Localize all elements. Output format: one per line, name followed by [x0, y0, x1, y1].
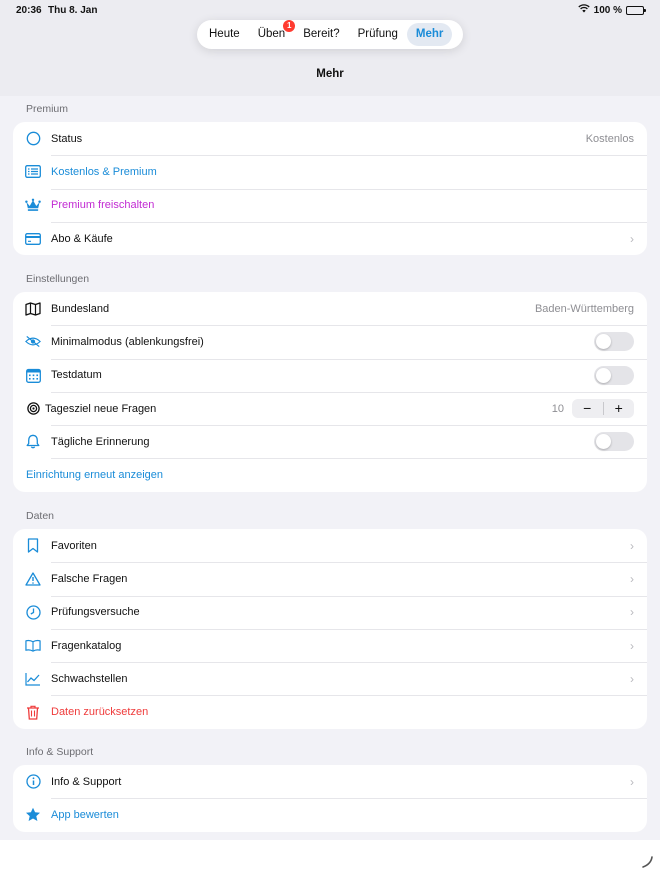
- wrong-questions-row[interactable]: Falsche Fragen ›: [13, 562, 647, 595]
- tab-ueben[interactable]: Üben 1: [249, 20, 296, 46]
- exam-attempts-label: Prüfungsversuche: [51, 606, 140, 619]
- daily-goal-value: 10: [551, 402, 564, 415]
- unlock-premium-link: Premium freischalten: [51, 199, 155, 212]
- battery-icon: [626, 5, 646, 15]
- settings-card: Bundesland Baden-Württemberg Minimalmodu…: [13, 292, 647, 492]
- reminder-label: Tägliche Erinnerung: [51, 435, 150, 448]
- state-label: Bundesland: [51, 302, 110, 315]
- chevron-right-icon: ›: [630, 231, 634, 246]
- calendar-icon: [25, 367, 41, 383]
- status-bar: 20:36 Thu 8. Jan 100 %: [0, 0, 660, 22]
- eye-slash-icon: [25, 334, 41, 350]
- daily-goal-label: Tagesziel neue Fragen: [45, 402, 157, 415]
- list-icon: [25, 164, 41, 180]
- catalog-label: Fragenkatalog: [51, 639, 122, 652]
- setup-again-link: Einrichtung erneut anzeigen: [26, 469, 163, 482]
- subscriptions-row[interactable]: Abo & Käufe ›: [13, 221, 647, 255]
- minimal-mode-toggle[interactable]: [594, 332, 634, 352]
- tab-heute[interactable]: Heute: [200, 23, 249, 46]
- section-header-info: Info & Support: [26, 746, 94, 758]
- loading-spinner-icon: [640, 855, 654, 874]
- section-header-settings: Einstellungen: [26, 273, 90, 285]
- crown-icon: [25, 197, 41, 213]
- test-date-toggle[interactable]: [594, 365, 634, 385]
- chevron-right-icon: ›: [630, 671, 634, 686]
- status-right: 100 %: [577, 4, 646, 16]
- reminder-toggle[interactable]: [594, 432, 634, 452]
- status-date: Thu 8. Jan: [48, 5, 98, 16]
- status-value: Kostenlos: [585, 132, 634, 145]
- page-title: Mehr: [316, 68, 344, 80]
- wrong-questions-label: Falsche Fragen: [51, 572, 128, 585]
- target-icon: [25, 401, 41, 417]
- circle-icon: [25, 131, 41, 147]
- free-premium-link: Kostenlos & Premium: [51, 165, 157, 178]
- wifi-icon: [577, 4, 590, 16]
- data-card: Favoriten › Falsche Fragen › Prüfungsver…: [13, 529, 647, 729]
- tab-bereit[interactable]: Bereit?: [294, 23, 348, 46]
- section-header-data: Daten: [26, 510, 55, 522]
- clock-icon: [25, 604, 41, 620]
- map-icon: [25, 301, 41, 317]
- subscriptions-label: Abo & Käufe: [51, 232, 113, 245]
- book-icon: [25, 638, 41, 654]
- chart-line-icon: [25, 671, 41, 687]
- setup-again-row[interactable]: Einrichtung erneut anzeigen: [13, 458, 647, 491]
- star-icon: [25, 807, 41, 823]
- rate-app-link: App bewerten: [51, 808, 119, 821]
- rate-app-row[interactable]: App bewerten: [13, 798, 647, 831]
- reset-data-row[interactable]: Daten zurücksetzen: [13, 695, 647, 728]
- stepper-minus-button[interactable]: −: [572, 399, 603, 418]
- weak-spots-label: Schwachstellen: [51, 672, 128, 685]
- info-support-label: Info & Support: [51, 775, 122, 788]
- exam-attempts-row[interactable]: Prüfungsversuche ›: [13, 595, 647, 629]
- warning-triangle-icon: [25, 571, 41, 587]
- favorites-row[interactable]: Favoriten ›: [13, 529, 647, 562]
- premium-card: Status Kostenlos Kostenlos & Premium Pre…: [13, 122, 647, 256]
- free-premium-row[interactable]: Kostenlos & Premium: [13, 155, 647, 188]
- daily-goal-row: Tagesziel neue Fragen 10 − +: [13, 391, 647, 425]
- trash-icon: [25, 704, 41, 720]
- catalog-row[interactable]: Fragenkatalog ›: [13, 628, 647, 662]
- top-tab-bar: Heute Üben 1 Bereit? Prüfung Mehr: [197, 20, 463, 49]
- minimal-mode-row: Minimalmodus (ablenkungsfrei): [13, 325, 647, 358]
- reset-data-link: Daten zurücksetzen: [51, 706, 149, 719]
- status-time: 20:36: [16, 5, 42, 16]
- chevron-right-icon: ›: [630, 605, 634, 620]
- credit-card-icon: [25, 231, 41, 247]
- chevron-right-icon: ›: [630, 571, 634, 586]
- bookmark-icon: [25, 538, 41, 554]
- favorites-label: Favoriten: [51, 539, 97, 552]
- notification-badge: 1: [283, 20, 296, 32]
- chevron-right-icon: ›: [630, 638, 634, 653]
- reminder-row: Tägliche Erinnerung: [13, 425, 647, 458]
- weak-spots-row[interactable]: Schwachstellen ›: [13, 662, 647, 695]
- info-support-row[interactable]: Info & Support ›: [13, 765, 647, 798]
- battery-percent: 100 %: [593, 4, 622, 16]
- tab-mehr[interactable]: Mehr: [406, 23, 453, 46]
- section-header-premium: Premium: [26, 103, 69, 115]
- state-row[interactable]: Bundesland Baden-Württemberg: [13, 292, 647, 325]
- status-row[interactable]: Status Kostenlos: [13, 122, 647, 155]
- chevron-right-icon: ›: [630, 538, 634, 553]
- bell-icon: [25, 434, 41, 450]
- tab-ueben-label: Üben: [257, 28, 286, 40]
- test-date-row: Testdatum: [13, 358, 647, 392]
- daily-goal-stepper: − +: [572, 399, 635, 419]
- stepper-plus-button[interactable]: +: [604, 399, 635, 418]
- status-label: Status: [51, 132, 83, 145]
- unlock-premium-row[interactable]: Premium freischalten: [13, 188, 647, 222]
- info-card: Info & Support › App bewerten: [13, 765, 647, 832]
- state-value: Baden-Württemberg: [534, 302, 634, 315]
- info-icon: [25, 774, 41, 790]
- test-date-label: Testdatum: [51, 369, 102, 382]
- tab-pruefung[interactable]: Prüfung: [349, 23, 407, 46]
- chevron-right-icon: ›: [630, 774, 634, 789]
- minimal-mode-label: Minimalmodus (ablenkungsfrei): [51, 335, 204, 348]
- bottom-area: [0, 840, 660, 880]
